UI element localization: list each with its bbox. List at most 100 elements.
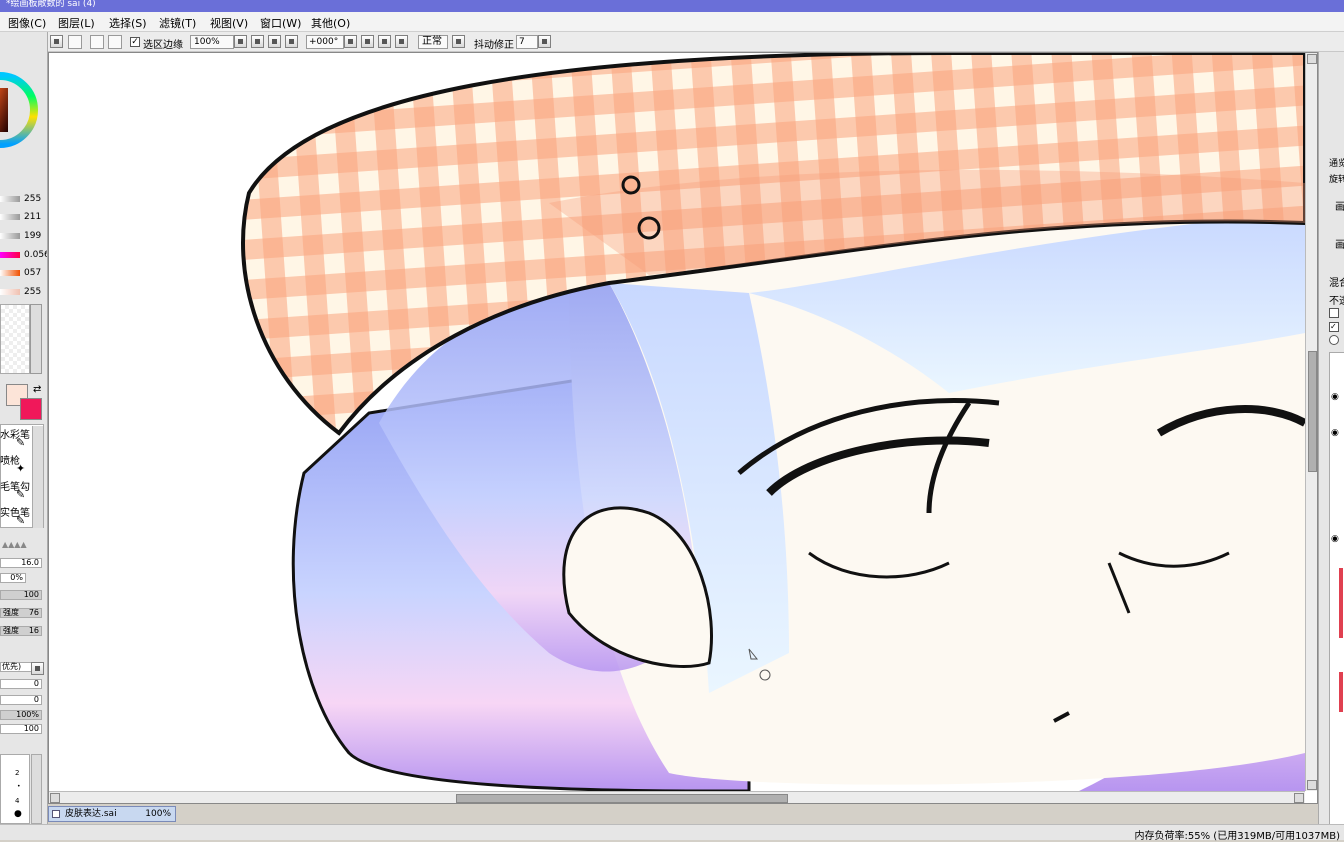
selection-edge-label: 选区边缘 [143, 40, 183, 51]
min-size-field[interactable]: 0% [0, 573, 26, 583]
size-dot-big-icon: ● [14, 809, 22, 819]
selection-edge-checkbox[interactable]: ✓ [130, 37, 140, 47]
swatch-area[interactable] [0, 304, 30, 374]
brush-ink[interactable]: 毛笔勾 [0, 478, 30, 493]
stabilizer-label: 抖动修正 [474, 40, 514, 51]
menu-filter[interactable]: 滤镜(T) [159, 15, 196, 31]
color-wheel[interactable] [0, 60, 40, 170]
menu-image[interactable]: 图像(C) [8, 15, 46, 31]
document-icon [52, 810, 60, 818]
zoom-in-button[interactable] [268, 35, 281, 48]
saturation-slider[interactable] [0, 270, 20, 276]
scroll-right-arrow[interactable] [1294, 793, 1304, 803]
hue-value: 0.056 [24, 250, 48, 260]
strength-value-1: 76 [28, 608, 39, 617]
strength-label-1: 强度 [3, 608, 19, 617]
scroll-left-arrow[interactable] [50, 793, 60, 803]
rotation-dropdown-button[interactable] [344, 35, 357, 48]
size-dot-2: 2 [15, 769, 20, 777]
rotate-right-button[interactable] [378, 35, 391, 48]
blue-slider[interactable] [0, 233, 20, 239]
rotate-left-button[interactable] [361, 35, 374, 48]
canvas-window [48, 52, 1318, 804]
document-tab[interactable]: 皮肤表达.sai 100% [48, 806, 176, 822]
zoom-field[interactable]: 100% [190, 35, 234, 49]
horizontal-scroll-thumb[interactable] [455, 794, 788, 803]
layer-visibility-eye-icon[interactable]: ◉ [1331, 392, 1339, 402]
param-field-4[interactable]: 100 [0, 724, 42, 734]
brush-watercolor[interactable]: 水彩笔 [0, 426, 30, 441]
spray-icon: ✦ [16, 462, 26, 475]
opacity-label: 不透 [1329, 296, 1344, 307]
hue-slider[interactable] [0, 252, 20, 258]
layer-color-strip-2 [1339, 672, 1343, 712]
param-field-2[interactable]: 0 [0, 695, 42, 705]
horizontal-scrollbar[interactable] [49, 791, 1305, 803]
swap-colors-icon[interactable]: ⇄ [33, 384, 41, 395]
select-source-radio[interactable] [1329, 335, 1339, 345]
strength-label-2: 强度 [3, 626, 19, 635]
invert-selection-button[interactable] [90, 35, 104, 49]
vertical-scrollbar[interactable] [1305, 53, 1317, 791]
mode-select[interactable]: 优先) [0, 662, 32, 672]
param-field-3[interactable]: 100% [0, 710, 42, 720]
clip-checkbox[interactable]: ✓ [1329, 322, 1339, 332]
brush-size-scrollbar[interactable] [31, 754, 42, 824]
scroll-up-arrow[interactable] [1307, 54, 1317, 64]
marker-icon: ✎ [16, 514, 26, 527]
layer-panel: 通览 旋转 画 画 混合 不透 ✓ ◉ ◉ ◉ [1318, 52, 1344, 840]
size-dot-4: 4 [15, 797, 20, 805]
brush-icon: ✎ [16, 488, 26, 501]
tool-panel: 255 211 199 0.056 057 255 ⇄ 水彩笔 喷枪 毛笔勾 实… [0, 32, 48, 840]
mode-dropdown-button[interactable] [31, 662, 44, 675]
layer-visibility-eye-icon-3[interactable]: ◉ [1331, 534, 1339, 544]
value-slider[interactable] [0, 289, 20, 295]
select-tool-button[interactable] [50, 35, 63, 48]
scroll-down-arrow[interactable] [1307, 780, 1317, 790]
protect-checkbox[interactable] [1329, 308, 1339, 318]
menu-view[interactable]: 视图(V) [210, 15, 248, 31]
strength-value-2: 16 [28, 626, 39, 635]
title-bar: *绘画板敞数的 sai (4) [0, 0, 1344, 12]
stabilizer-field[interactable]: 7 [516, 35, 538, 49]
param-field-1[interactable]: 0 [0, 679, 42, 689]
zoom-out-button[interactable] [251, 35, 264, 48]
brush-size-list[interactable]: 2 • 4 ● [0, 754, 30, 824]
menu-other[interactable]: 其他(O) [311, 15, 350, 31]
blend-label: 混合 [1329, 278, 1344, 289]
rotation-reset-button[interactable] [395, 35, 408, 48]
density-field[interactable]: 100 [0, 590, 42, 600]
menu-window[interactable]: 窗口(W) [260, 15, 301, 31]
rotation-field[interactable]: +000° [306, 35, 344, 49]
green-slider[interactable] [0, 214, 20, 220]
strength-slider-1[interactable]: 强度 76 [0, 608, 42, 618]
menu-select[interactable]: 选择(S) [109, 15, 147, 31]
red-slider[interactable] [0, 196, 20, 202]
canvas-label-2: 画 [1335, 240, 1344, 251]
green-value: 211 [24, 212, 42, 222]
zoom-dropdown-button[interactable] [234, 35, 247, 48]
blue-value: 199 [24, 231, 42, 241]
swatch-scrollbar[interactable] [30, 304, 42, 374]
layer-color-strip [1339, 568, 1343, 638]
flip-button[interactable] [452, 35, 465, 48]
hide-selection-button[interactable] [108, 35, 122, 49]
size-field[interactable]: 16.0 [0, 558, 42, 568]
zoom-reset-button[interactable] [285, 35, 298, 48]
stabilizer-dropdown-button[interactable] [538, 35, 551, 48]
brush-list-scrollbar[interactable] [32, 426, 43, 528]
strength-slider-2[interactable]: 强度 16 [0, 626, 42, 636]
secondary-color-swatch[interactable] [20, 398, 42, 420]
canvas-label-1: 画 [1335, 202, 1344, 213]
toolbar: ✓ 选区边缘 100% +000° 正常 抖动修正 7 [48, 32, 1344, 52]
deselect-button[interactable] [68, 35, 82, 49]
window-title: *绘画板敞数的 sai (4) [6, 0, 96, 9]
blend-mode-select[interactable]: 正常 [418, 35, 448, 49]
vertical-scroll-thumb[interactable] [1308, 351, 1317, 472]
value-value: 255 [24, 287, 42, 297]
layer-visibility-eye-icon-2[interactable]: ◉ [1331, 428, 1339, 438]
menu-layer[interactable]: 图层(L) [58, 15, 95, 31]
document-zoom: 100% [145, 809, 171, 819]
canvas-artwork[interactable] [49, 53, 1305, 791]
brush-solid[interactable]: 实色笔 [0, 504, 30, 519]
